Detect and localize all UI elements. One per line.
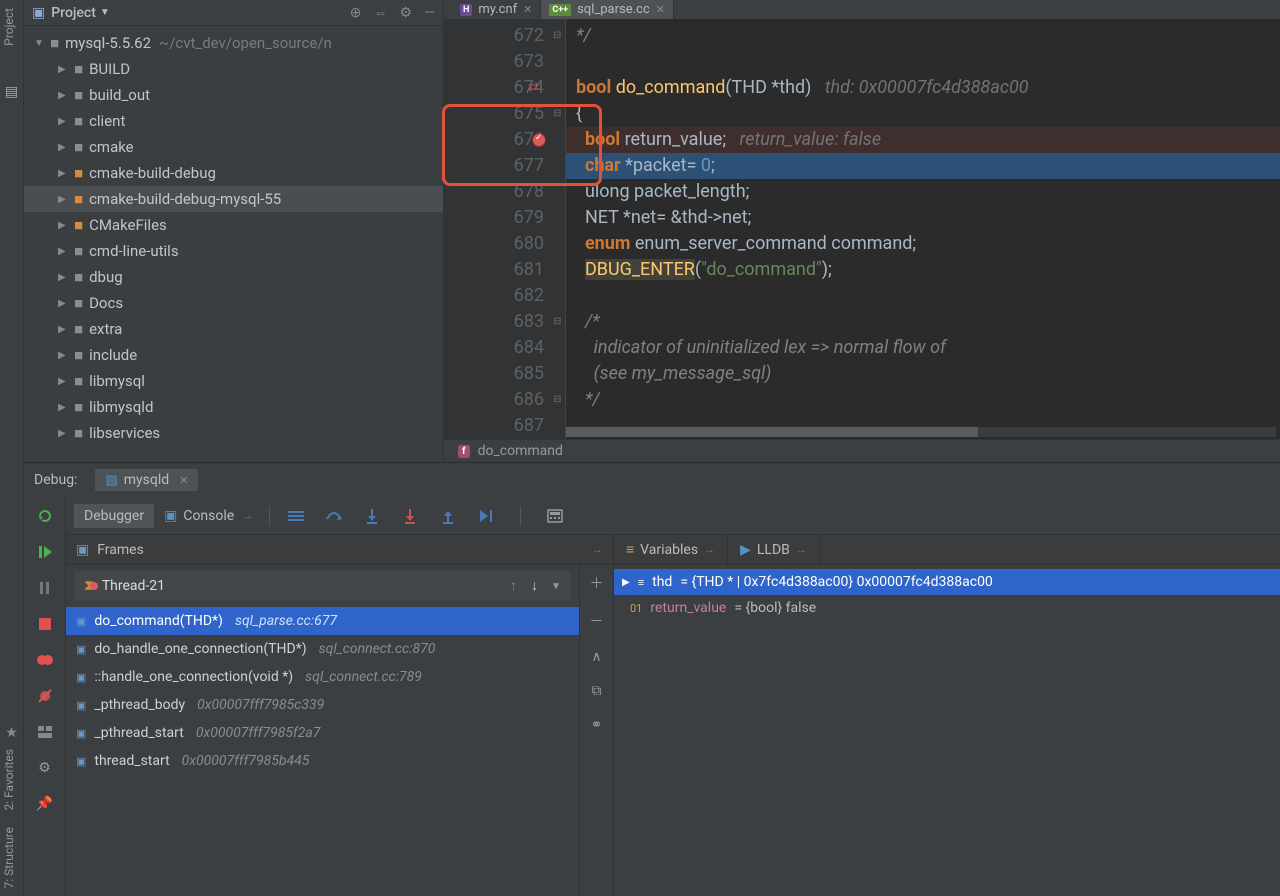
detach-icon[interactable]: →	[592, 543, 603, 556]
settings-button[interactable]: ⚙	[34, 759, 56, 777]
tree-item[interactable]: ▶■extra	[24, 316, 443, 342]
show-exec-point-button[interactable]	[286, 506, 306, 526]
add-frame-icon[interactable]: ＋	[590, 573, 604, 593]
editor-tab[interactable]: C++sql_parse.cc✕	[541, 0, 673, 19]
step-over-button[interactable]	[324, 506, 344, 526]
project-title[interactable]: Project	[51, 5, 96, 21]
tree-item[interactable]: ▶■cmd-line-utils	[24, 238, 443, 264]
fold-column[interactable]: ⊟⊟⊟⊟	[552, 19, 566, 439]
frame-row[interactable]: ▣::handle_one_connection(void *)sql_conn…	[66, 663, 579, 691]
tree-item[interactable]: ▶■cmake-build-debug	[24, 160, 443, 186]
link-icon[interactable]: ⚭	[591, 717, 603, 733]
code-editor[interactable]: 6726736746756766776786796806816826836846…	[444, 19, 1280, 439]
app-icon: ▧	[105, 473, 117, 488]
project-tree[interactable]: ▼■mysql-5.5.62~/cvt_dev/open_source/n▶■B…	[24, 26, 443, 462]
tab-console[interactable]: ▣Console→	[154, 504, 263, 528]
tree-item[interactable]: ▶■build_out	[24, 82, 443, 108]
toolwindow-structure[interactable]: 7: Structure	[2, 827, 21, 889]
frame-up-button[interactable]: ↑	[510, 577, 517, 594]
force-step-into-button[interactable]	[400, 506, 420, 526]
tree-item[interactable]: ▶■CMakeFiles	[24, 212, 443, 238]
debug-rail: ⚙ 📌	[24, 497, 66, 896]
toolwindow-favorites[interactable]: 2: Favorites	[2, 749, 21, 811]
layout-button[interactable]	[34, 723, 56, 741]
frames-header: Frames	[97, 542, 144, 558]
stop-button[interactable]	[34, 615, 56, 633]
breakpoints-button[interactable]	[34, 651, 56, 669]
tab-lldb[interactable]: ▶LLDB→	[728, 535, 820, 564]
collapse-icon[interactable]: ⇔	[374, 4, 388, 21]
tree-item[interactable]: ▶■cmake-build-debug-mysql-55	[24, 186, 443, 212]
star-icon: ★	[0, 725, 23, 741]
hide-icon[interactable]: —	[424, 5, 435, 21]
pin-button[interactable]: 📌	[34, 795, 56, 813]
file-icon: ▤	[0, 84, 23, 100]
step-out-button[interactable]	[438, 506, 458, 526]
thread-selector[interactable]: ⧗ Thread-21 ▼	[74, 571, 571, 601]
run-to-cursor-button[interactable]	[476, 506, 496, 526]
gear-icon[interactable]: ⚙	[400, 5, 413, 21]
breadcrumb[interactable]: f do_command	[444, 439, 1280, 462]
step-into-button[interactable]	[362, 506, 382, 526]
variable-row[interactable]: 01return_value= {bool} false	[614, 595, 1280, 621]
locate-icon[interactable]: ⊕	[350, 5, 362, 21]
tree-item[interactable]: ▶■libservices	[24, 420, 443, 446]
tree-item[interactable]: ▶■libmysqld	[24, 394, 443, 420]
tree-item[interactable]: ▶■dbug	[24, 264, 443, 290]
frame-row[interactable]: ▣thread_start0x00007fff7985b445	[66, 747, 579, 775]
pause-button[interactable]	[34, 579, 56, 597]
variable-row[interactable]: ▶≡thd= {THD * | 0x7fc4d388ac00} 0x00007f…	[614, 569, 1280, 595]
tree-root[interactable]: ▼■mysql-5.5.62~/cvt_dev/open_source/n	[24, 30, 443, 56]
tab-debugger[interactable]: Debugger	[74, 504, 154, 528]
remove-frame-icon[interactable]: －	[590, 611, 604, 631]
project-panel: ▣ Project ▼ ⊕ ⇔ ⚙ — ▼■mysql-5.5.62~/cvt_…	[24, 0, 444, 462]
editor-tabs: Hmy.cnf✕C++sql_parse.cc✕	[444, 0, 1280, 19]
code-body[interactable]: */bool do_command(THD *thd) thd: 0x00007…	[566, 19, 1280, 439]
close-icon[interactable]: ✕	[179, 474, 188, 487]
horizontal-scrollbar[interactable]	[566, 427, 1276, 437]
up-icon[interactable]: ∧	[591, 649, 601, 665]
tree-item[interactable]: ▶■BUILD	[24, 56, 443, 82]
mute-breakpoints-button[interactable]	[34, 687, 56, 705]
chevron-down-icon[interactable]: ▼	[100, 7, 110, 18]
evaluate-button[interactable]	[545, 506, 565, 526]
tree-item[interactable]: ▶■cmake	[24, 134, 443, 160]
tree-item[interactable]: ▶■include	[24, 342, 443, 368]
toolwindow-project[interactable]: Project	[2, 8, 21, 46]
rerun-button[interactable]	[34, 507, 56, 525]
frame-row[interactable]: ▣_pthread_start0x00007fff7985f2a7	[66, 719, 579, 747]
run-config-tab[interactable]: ▧ mysqld ✕	[95, 469, 198, 491]
resume-button[interactable]	[34, 543, 56, 561]
debug-label: Debug:	[34, 472, 77, 488]
tab-variables[interactable]: ≡Variables→	[614, 535, 728, 564]
tree-item[interactable]: ▶■client	[24, 108, 443, 134]
frame-row[interactable]: ▣do_command(THD*)sql_parse.cc:677	[66, 607, 579, 635]
tree-item[interactable]: ▶■Docs	[24, 290, 443, 316]
editor-tab[interactable]: Hmy.cnf✕	[452, 0, 541, 19]
frame-down-button[interactable]: ↓	[531, 577, 538, 594]
copy-icon[interactable]: ⧉	[592, 683, 602, 699]
function-badge-icon: f	[458, 445, 470, 458]
project-icon: ▣	[32, 5, 45, 21]
tree-item[interactable]: ▶■libmysql	[24, 368, 443, 394]
breadcrumb-item[interactable]: do_command	[478, 443, 563, 459]
frame-row[interactable]: ▣_pthread_body0x00007fff7985c339	[66, 691, 579, 719]
debug-panel: Debug: ▧ mysqld ✕ ⚙ 📌 Debugger ▣Console→	[24, 462, 1280, 896]
gutter[interactable]: 6726736746756766776786796806816826836846…	[444, 19, 552, 439]
frame-row[interactable]: ▣do_handle_one_connection(THD*)sql_conne…	[66, 635, 579, 663]
